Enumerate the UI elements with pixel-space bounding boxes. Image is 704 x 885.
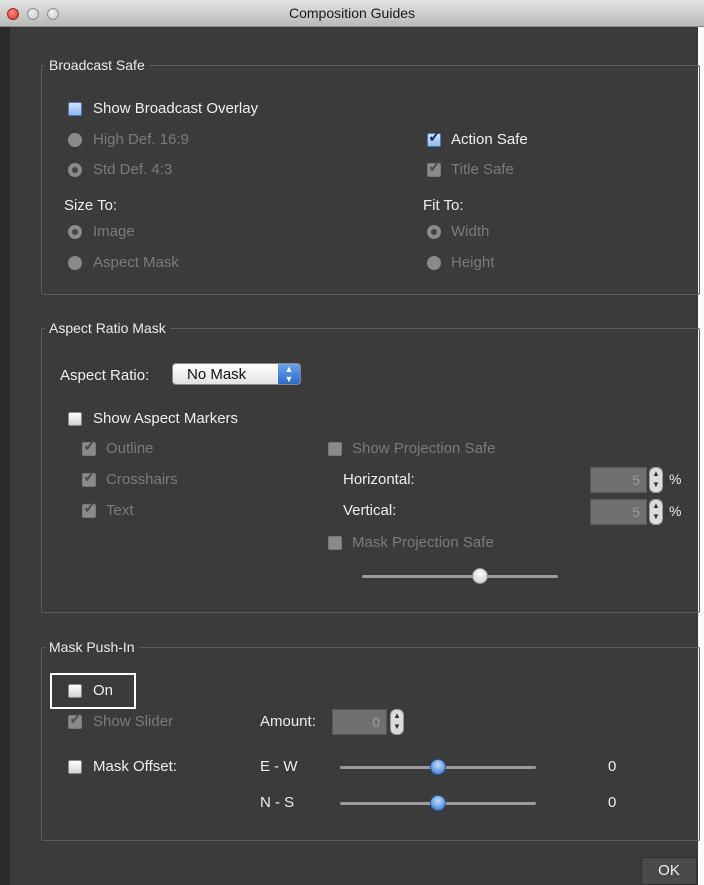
ok-button[interactable]: OK (641, 857, 697, 885)
size-to-image-label: Image (93, 223, 135, 240)
action-safe-label: Action Safe (451, 131, 528, 148)
ew-slider-knob[interactable] (430, 759, 446, 775)
ew-value: 0 (608, 758, 617, 775)
window-title: Composition Guides (288, 5, 416, 21)
vertical-label: Vertical: (343, 502, 397, 519)
projection-slider-knob[interactable] (471, 568, 488, 584)
window-left-edge (0, 27, 10, 885)
vertical-stepper[interactable]: ▲ ▼ (649, 499, 663, 525)
amount-field[interactable]: 0 (332, 709, 387, 735)
text-checkbox[interactable]: ✓ (82, 501, 96, 518)
mask-projection-safe-checkbox[interactable] (328, 536, 342, 550)
fit-to-label: Fit To: (423, 197, 464, 214)
fit-to-width-radio[interactable] (427, 225, 441, 239)
title-bar[interactable]: Composition Guides (0, 0, 704, 27)
horizontal-stepper[interactable]: ▲ ▼ (649, 467, 663, 493)
crosshairs-checkbox[interactable]: ✓ (82, 470, 96, 487)
fit-to-height-radio[interactable] (427, 256, 441, 270)
mask-offset-label: Mask Offset: (93, 758, 177, 775)
size-to-label: Size To: (64, 197, 118, 214)
broadcast-safe-legend: Broadcast Safe (45, 57, 149, 73)
horizontal-unit: % (669, 471, 682, 487)
action-safe-checkbox[interactable]: ✓ (427, 130, 441, 147)
fit-to-width-label: Width (451, 223, 490, 240)
ns-value: 0 (608, 794, 617, 811)
composition-guides-window: Composition Guides Broadcast Safe Show B… (0, 0, 704, 885)
text-label: Text (106, 502, 134, 519)
show-broadcast-overlay-label: Show Broadcast Overlay (93, 100, 259, 117)
projection-slider-track[interactable] (362, 575, 558, 578)
show-slider-checkbox[interactable]: ✓ (68, 712, 82, 729)
ns-slider-knob[interactable] (430, 795, 446, 811)
vertical-value: 5 (632, 504, 640, 520)
mask-offset-checkbox[interactable] (68, 760, 82, 774)
show-aspect-markers-label: Show Aspect Markers (93, 410, 239, 427)
high-def-label: High Def. 16:9 (93, 131, 189, 148)
ew-label: E - W (260, 758, 298, 775)
fit-to-height-label: Height (451, 254, 495, 271)
popup-arrows-icon: ▲ ▼ (278, 364, 300, 384)
show-projection-safe-checkbox[interactable] (328, 442, 342, 456)
horizontal-value: 5 (632, 472, 640, 488)
show-aspect-markers-checkbox[interactable] (68, 412, 82, 426)
highlight-box (50, 673, 136, 709)
show-broadcast-overlay-checkbox[interactable] (68, 102, 82, 116)
show-projection-safe-label: Show Projection Safe (352, 440, 496, 457)
vertical-field[interactable]: 5 (590, 499, 647, 525)
show-slider-label: Show Slider (93, 713, 174, 730)
size-to-aspect-mask-label: Aspect Mask (93, 254, 179, 271)
outline-checkbox[interactable]: ✓ (82, 439, 96, 456)
mask-push-in-legend: Mask Push-In (45, 639, 139, 655)
std-def-label: Std Def. 4:3 (93, 161, 173, 178)
size-to-image-radio[interactable] (68, 225, 82, 239)
amount-value: 0 (372, 714, 380, 730)
horizontal-field[interactable]: 5 (590, 467, 647, 493)
std-def-radio[interactable] (68, 163, 82, 177)
amount-label: Amount: (260, 713, 316, 730)
title-safe-checkbox[interactable]: ✓ (427, 160, 441, 177)
ns-label: N - S (260, 794, 295, 811)
aspect-ratio-value: No Mask (187, 366, 247, 383)
aspect-ratio-label: Aspect Ratio: (60, 367, 150, 384)
outline-label: Outline (106, 440, 154, 457)
high-def-radio[interactable] (68, 133, 82, 147)
crosshairs-label: Crosshairs (106, 471, 178, 488)
title-safe-label: Title Safe (451, 161, 514, 178)
vertical-unit: % (669, 503, 682, 519)
mask-push-in-group (41, 647, 700, 841)
mask-projection-safe-label: Mask Projection Safe (352, 534, 494, 551)
aspect-ratio-mask-legend: Aspect Ratio Mask (45, 320, 170, 336)
amount-stepper[interactable]: ▲ ▼ (390, 709, 404, 735)
aspect-ratio-popup[interactable]: No Mask ▲ ▼ (172, 363, 301, 385)
horizontal-label: Horizontal: (343, 471, 415, 488)
size-to-aspect-mask-radio[interactable] (68, 256, 82, 270)
